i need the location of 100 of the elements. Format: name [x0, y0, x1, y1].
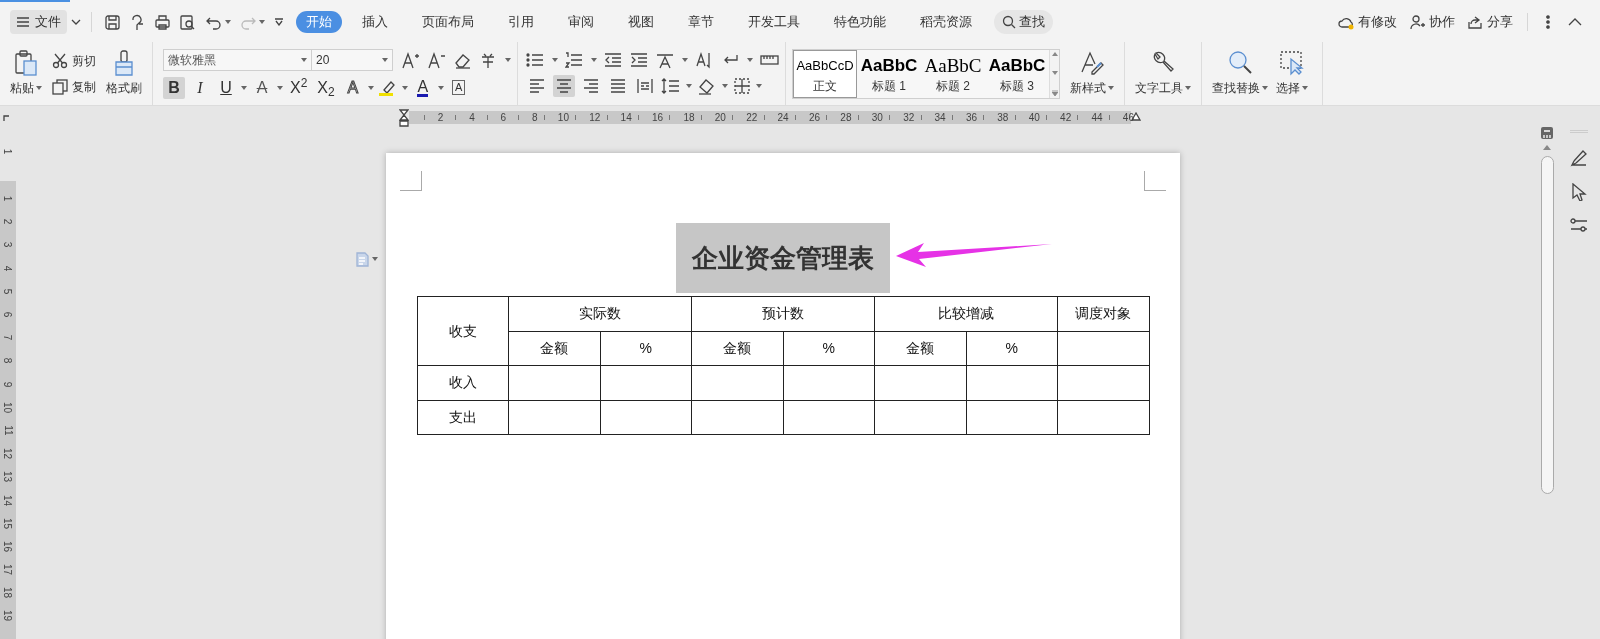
format-button[interactable]: B [163, 76, 185, 99]
ruler-corner-icon[interactable] [3, 115, 9, 121]
save-icon[interactable] [104, 13, 121, 31]
print-preview-icon[interactable] [179, 13, 196, 31]
copy-icon [52, 78, 68, 95]
scroll-down-icon[interactable] [1051, 70, 1058, 75]
caret-icon[interactable] [722, 83, 728, 88]
caret-icon[interactable] [1108, 86, 1114, 90]
print-icon[interactable] [154, 13, 171, 31]
menu-tab[interactable]: 稻壳资源 [910, 11, 982, 33]
format-button[interactable]: A [341, 76, 364, 99]
caret-icon[interactable] [686, 83, 692, 88]
caret-icon[interactable] [372, 257, 378, 261]
split-view-icon[interactable] [1541, 127, 1553, 139]
pen-icon[interactable] [1570, 149, 1588, 167]
format-button[interactable]: U [215, 76, 237, 99]
caret-icon[interactable] [382, 57, 388, 62]
line-spacing-icon[interactable] [661, 76, 681, 95]
ruler-number: 11 [1, 425, 15, 436]
menu-tab[interactable]: 特色功能 [824, 11, 896, 33]
format-button[interactable]: I [189, 76, 211, 99]
ruler-number: 8 [1, 358, 15, 364]
ruler-number: 1 [1, 195, 15, 202]
scrollbar-thumb[interactable] [1540, 156, 1554, 494]
more-icon[interactable] [274, 18, 284, 26]
increase-font-icon[interactable] [401, 50, 419, 69]
numbered-list-icon[interactable] [565, 50, 584, 69]
caret-icon[interactable] [367, 85, 374, 90]
file-menu-button[interactable]: 文件 [10, 10, 67, 34]
format-button[interactable]: A [447, 76, 470, 99]
menu-tab[interactable]: 引用 [498, 11, 544, 33]
format-button[interactable]: X$_{2}$ [314, 76, 338, 99]
caret-icon[interactable] [756, 83, 762, 88]
decrease-font-icon[interactable] [427, 50, 445, 69]
toolbar-button[interactable]: 协作 [1409, 12, 1455, 32]
tool-button[interactable]: 文字工具 [1131, 44, 1195, 103]
paste-button[interactable]: 粘贴 [6, 44, 46, 103]
scroll-up-icon[interactable] [1051, 51, 1058, 56]
font-size-dropdown[interactable]: 20 [312, 49, 392, 70]
ruler-number: 20 [714, 111, 726, 124]
ruler-number: 14 [620, 111, 632, 124]
cut-button[interactable]: 剪切 [52, 51, 96, 70]
caret-icon[interactable] [591, 57, 597, 62]
copy-button[interactable]: 复制 [52, 77, 96, 96]
format-button[interactable]: A [251, 76, 273, 99]
caret-icon[interactable] [505, 57, 511, 62]
indent-marker-icon[interactable] [399, 108, 409, 127]
menu-tab[interactable]: 视图 [618, 11, 664, 33]
format-button[interactable]: X$^{2}$ [287, 76, 311, 99]
increase-indent-icon[interactable] [630, 50, 649, 69]
decrease-indent-icon[interactable] [604, 50, 623, 69]
style-preset[interactable]: AaBbC 标题 1 [857, 49, 921, 98]
menu-tab[interactable]: 页面布局 [412, 11, 484, 33]
style-label: 标题 2 [936, 77, 970, 94]
search-icon [1227, 50, 1253, 76]
collapse-icon[interactable] [1568, 18, 1582, 26]
tool-button[interactable]: 新样式 [1066, 44, 1118, 103]
style-preset[interactable]: AaBbCcD 正文 [793, 49, 857, 98]
caret-icon[interactable] [36, 86, 42, 90]
format-button[interactable]: A [411, 76, 434, 99]
caret-icon[interactable] [401, 85, 408, 90]
caret-icon[interactable] [552, 57, 558, 62]
caret-icon[interactable] [1262, 86, 1268, 90]
align-button[interactable] [553, 74, 575, 97]
scroll-up-icon[interactable] [1543, 145, 1551, 150]
expand-gallery-icon[interactable] [1051, 89, 1058, 96]
format-painter-button[interactable]: 格式刷 [102, 44, 146, 103]
caret-icon[interactable] [259, 20, 265, 24]
caret-icon[interactable] [747, 57, 753, 62]
search-icon [1002, 15, 1016, 29]
caret-icon[interactable] [682, 57, 688, 62]
caret-icon[interactable] [241, 85, 247, 90]
paintbrush-icon [113, 50, 135, 76]
caret-icon[interactable] [301, 57, 307, 62]
search-button[interactable]: 查找 [994, 10, 1053, 34]
caret-icon[interactable] [437, 85, 444, 90]
ruler-number: 12 [589, 111, 601, 124]
row-header-cell: 收入 [417, 365, 509, 400]
caret-icon[interactable] [277, 85, 283, 90]
more-vertical-icon[interactable] [1546, 15, 1550, 29]
chevron-down-icon[interactable] [71, 19, 81, 25]
menu-tab[interactable]: 章节 [678, 11, 724, 33]
caret-icon[interactable] [1185, 86, 1191, 90]
font-family-dropdown[interactable]: 微软雅黑 [164, 49, 312, 70]
toolbar-button[interactable]: 分享 [1467, 12, 1513, 32]
sliders-icon[interactable] [1570, 217, 1588, 233]
caret-icon[interactable] [1302, 86, 1308, 90]
menu-tab[interactable]: 审阅 [558, 11, 604, 33]
ruler-number: 42 [1060, 111, 1072, 124]
caret-icon[interactable] [225, 20, 231, 24]
menu-tab[interactable]: 插入 [352, 11, 398, 33]
cursor-icon[interactable] [1571, 183, 1587, 201]
tool-button[interactable]: 查找替换 [1208, 44, 1272, 103]
borders-icon[interactable] [733, 76, 751, 95]
tool-button[interactable]: 选择 [1272, 44, 1312, 103]
menu-tab[interactable]: 开发工具 [738, 11, 810, 33]
style-preset[interactable]: AaBbC 标题 2 [921, 49, 985, 98]
style-preset[interactable]: AaBbC 标题 3 [985, 49, 1049, 98]
toolbar-button[interactable]: 有修改 [1338, 12, 1397, 32]
table-header-cell: 金额 [874, 331, 966, 366]
